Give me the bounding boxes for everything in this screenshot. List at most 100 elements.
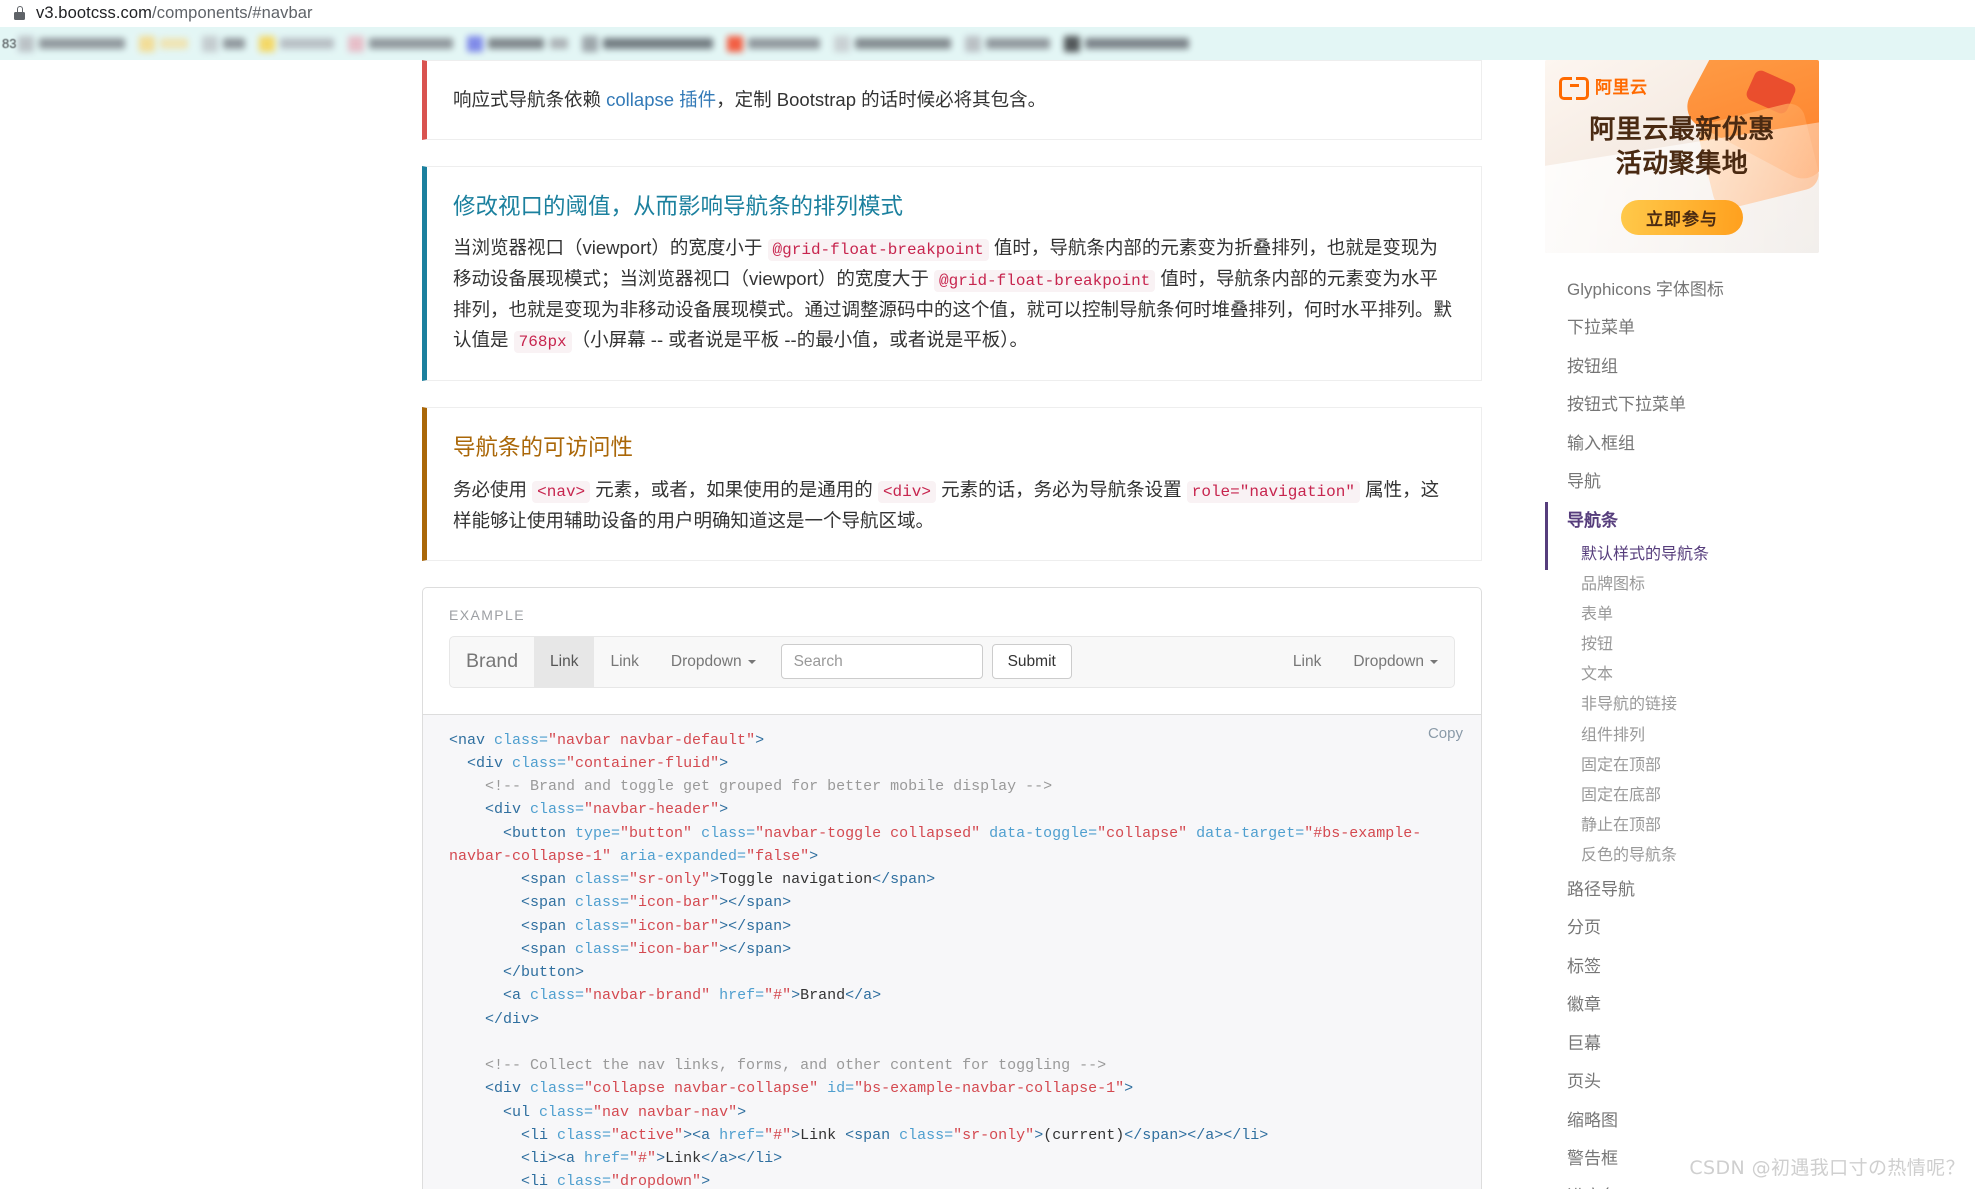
sidebar-subitem-6-9[interactable]: 静止在顶部 <box>1545 811 1845 841</box>
bookmark-item[interactable] <box>1064 35 1190 52</box>
sidebar-item-8[interactable]: 分页 <box>1545 909 1845 947</box>
sidebar-item-6[interactable]: 导航条 <box>1545 501 1845 541</box>
demo-navbar[interactable]: Brand Link Link Dropdown Submit Link Dropdo… <box>449 635 1455 688</box>
bookmarks-bar[interactable]: 83 <box>0 27 1975 60</box>
bookmark-item[interactable] <box>582 35 714 52</box>
ad-cta-button[interactable]: 立即参与 <box>1621 200 1743 235</box>
code-token: <button <box>503 824 576 842</box>
bookmark-item[interactable] <box>259 35 335 52</box>
code-line: <span class="icon-bar"></span> <box>449 915 1455 938</box>
bookmark-item[interactable] <box>202 35 246 52</box>
sidebar-subitem-6-10[interactable]: 反色的导航条 <box>1545 841 1845 871</box>
sidebar-nav: Glyphicons 字体图标 下拉菜单 按钮组 按钮式下拉菜单 输入框组 导航 导航条 默认… <box>1545 271 1845 1189</box>
code-token: class= <box>530 801 585 819</box>
sidebar-nav-item: 缩略图 <box>1545 1102 1845 1140</box>
caret-down-icon <box>1430 659 1438 664</box>
code-token: "container-fluid" <box>566 754 720 772</box>
sidebar-item-15[interactable]: 进度条 <box>1545 1178 1845 1189</box>
sidebar-item-10[interactable]: 徽章 <box>1545 986 1845 1024</box>
sidebar-item-5[interactable]: 导航 <box>1545 463 1845 501</box>
sidebar-subitem-6-2[interactable]: 表单 <box>1545 600 1845 630</box>
callout-info: 修改视口的阈值，从而影响导航条的排列模式 当浏览器视口（viewport）的宽度小… <box>422 165 1482 382</box>
code-token: ><a <box>683 1126 720 1144</box>
callout-text: 元素的话，务必为导航条设置 <box>935 478 1187 500</box>
callout-warning: 导航条的可访问性 务必使用 <nav> 元素，或者，如果使用的是通用的 <div>… <box>422 407 1482 561</box>
lock-icon <box>14 6 25 20</box>
aliyun-logo: 阿里云 <box>1559 73 1648 100</box>
callout-heading: 修改视口的阈值，从而影响导航条的排列模式 <box>453 193 904 219</box>
inline-code: <div> <box>877 480 936 503</box>
code-token: "sr-only" <box>953 1126 1035 1144</box>
navbar-link[interactable]: Link <box>594 637 654 687</box>
copy-button[interactable]: Copy <box>1424 723 1467 744</box>
navbar-dropdown-toggle[interactable]: Dropdown <box>1337 637 1454 687</box>
code-token: > <box>791 1126 801 1144</box>
search-input[interactable] <box>780 644 983 680</box>
navbar-link[interactable]: Link <box>1277 637 1337 687</box>
bookmark-item[interactable] <box>727 35 821 52</box>
sidebar-item-3[interactable]: 按钮式下拉菜单 <box>1545 386 1845 424</box>
sidebar-subitem-6-4[interactable]: 文本 <box>1545 660 1845 690</box>
ad-banner[interactable]: 阿里云 阿里云最新优惠 活动聚集地 立即参与 <box>1545 60 1819 253</box>
callout-text: （小屏幕 -- 或者说是平板 --的最小值，或者说是平板）。 <box>571 329 1028 351</box>
code-token: Toggle navigation <box>719 871 873 889</box>
sidebar-item-11[interactable]: 巨幕 <box>1545 1025 1845 1063</box>
bookmark-item[interactable] <box>965 35 1051 52</box>
sidebar-item-2[interactable]: 按钮组 <box>1545 348 1845 386</box>
sidebar-subnav-item: 表单 <box>1545 600 1845 630</box>
code-token: "icon-bar" <box>629 894 720 912</box>
code-line: <span class="icon-bar"></span> <box>449 938 1455 961</box>
navbar-brand[interactable]: Brand <box>450 637 534 687</box>
sidebar-nav-item: 分页 <box>1545 909 1845 947</box>
bookmark-item[interactable] <box>18 35 126 52</box>
submit-button[interactable]: Submit <box>991 644 1072 680</box>
sidebar-subitem-6-1[interactable]: 品牌图标 <box>1545 570 1845 600</box>
navbar-right-links: Link Dropdown <box>1277 637 1454 687</box>
callout-link[interactable]: collapse 插件 <box>606 89 716 110</box>
navbar-link[interactable]: Link <box>534 636 595 687</box>
code-token: "navbar-header" <box>584 801 720 819</box>
sidebar-subitem-6-6[interactable]: 组件排列 <box>1545 721 1845 751</box>
bookmark-item[interactable] <box>834 35 952 52</box>
sidebar-item-13[interactable]: 缩略图 <box>1545 1102 1845 1140</box>
browser-chrome: v3.bootcss.com/components/#navbar 83 <box>0 0 1975 60</box>
code-token: ></span> <box>719 894 792 912</box>
sidebar-item-7[interactable]: 路径导航 <box>1545 871 1845 909</box>
sidebar-item-0[interactable]: Glyphicons 字体图标 <box>1545 271 1845 309</box>
bookmark-item[interactable] <box>467 35 569 52</box>
code-token: class= <box>512 754 567 772</box>
code-token: "sr-only" <box>629 871 711 889</box>
navbar-dropdown-toggle[interactable]: Dropdown <box>655 637 772 687</box>
code-token: "icon-bar" <box>629 940 720 958</box>
sidebar-nav-item: 导航 <box>1545 463 1845 501</box>
navbar-search-form: Submit <box>772 637 1072 687</box>
sidebar-subitem-6-7[interactable]: 固定在顶部 <box>1545 751 1845 781</box>
sidebar-subitem-6-5[interactable]: 非导航的链接 <box>1545 690 1845 720</box>
sidebar-subitem-6-0[interactable]: 默认样式的导航条 <box>1545 540 1845 571</box>
browser-address-bar[interactable]: v3.bootcss.com/components/#navbar <box>0 0 1975 27</box>
code-line: <nav class="navbar navbar-default"> <box>449 729 1455 752</box>
code-token: <div <box>485 801 531 819</box>
aliyun-logo-icon <box>1559 77 1589 100</box>
sidebar-item-1[interactable]: 下拉菜单 <box>1545 309 1845 347</box>
code-line: </div> <box>449 1008 1455 1031</box>
code-token: </span></a></li> <box>1124 1126 1269 1144</box>
sidebar-subnav-item: 固定在底部 <box>1545 781 1845 811</box>
sidebar-item-4[interactable]: 输入框组 <box>1545 425 1845 463</box>
code-token: > <box>809 847 819 865</box>
sidebar-subitem-6-8[interactable]: 固定在底部 <box>1545 781 1845 811</box>
address-bar-url: v3.bootcss.com/components/#navbar <box>36 4 313 23</box>
bookmark-item[interactable] <box>348 35 454 52</box>
callout-body: 务必使用 <nav> 元素，或者，如果使用的是通用的 <div> 元素的话，务必… <box>453 475 1455 536</box>
bookmark-item[interactable] <box>139 35 189 52</box>
sidebar-subitem-6-3[interactable]: 按钮 <box>1545 630 1845 660</box>
sidebar-item-12[interactable]: 页头 <box>1545 1063 1845 1101</box>
sidebar-item-9[interactable]: 标签 <box>1545 948 1845 986</box>
code-line: <div class="collapse navbar-collapse" id… <box>449 1077 1455 1100</box>
